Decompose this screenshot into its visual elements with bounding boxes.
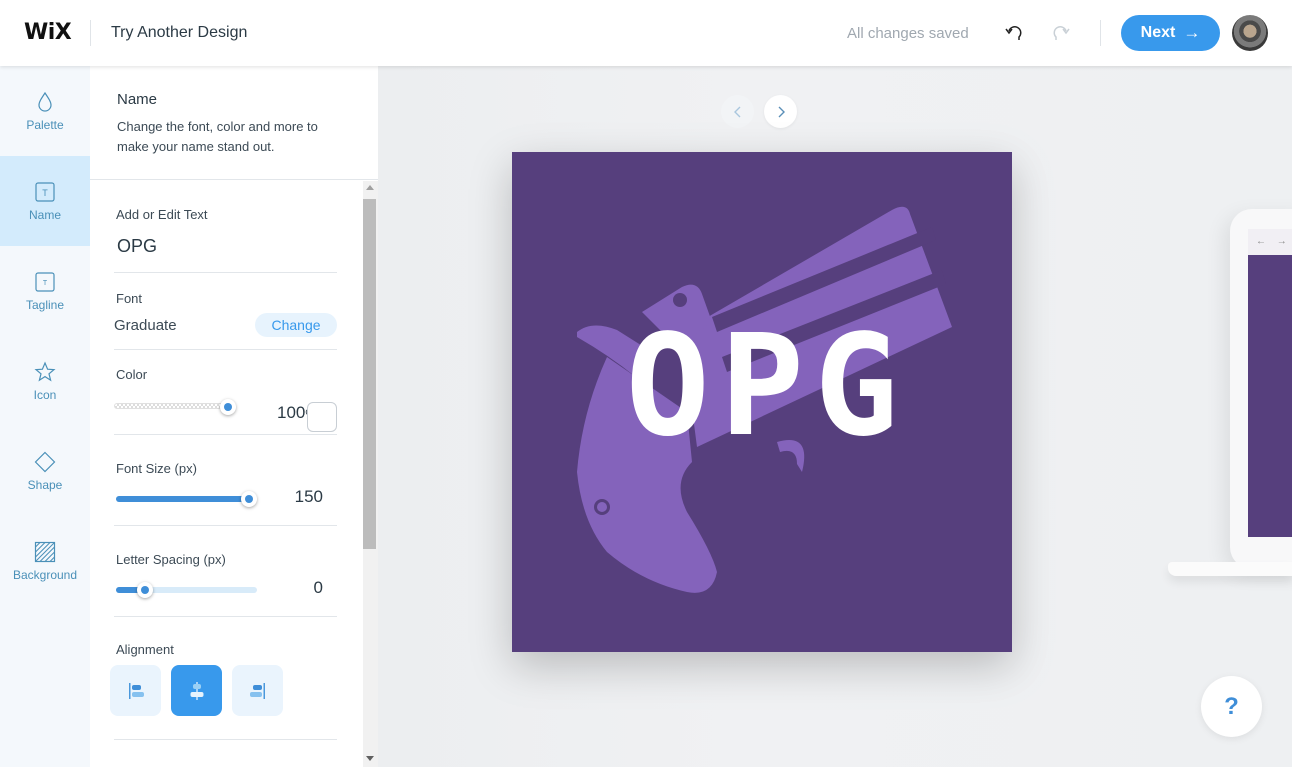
header-divider bbox=[90, 20, 91, 46]
design-sidebar: Palette T Name T Tagline Icon Shape Back… bbox=[0, 66, 90, 767]
alignment-label: Alignment bbox=[116, 642, 174, 657]
header-divider bbox=[1100, 20, 1101, 46]
chevron-right-icon bbox=[778, 106, 785, 117]
color-section: Color 100% bbox=[114, 350, 337, 435]
laptop-mockup: ← → C bbox=[1230, 209, 1292, 569]
sidebar-item-label: Background bbox=[12, 567, 78, 582]
sidebar-item-background[interactable]: Background bbox=[0, 516, 90, 606]
text-box-icon: T bbox=[35, 181, 55, 202]
sidebar-item-shape[interactable]: Shape bbox=[0, 426, 90, 516]
text-box-small-icon: T bbox=[35, 271, 55, 292]
align-left-button[interactable] bbox=[110, 665, 161, 716]
align-right-button[interactable] bbox=[232, 665, 283, 716]
opacity-slider[interactable] bbox=[114, 399, 236, 415]
letter-spacing-section: Letter Spacing (px) 0 bbox=[114, 526, 337, 617]
font-label: Font bbox=[116, 291, 143, 306]
droplet-icon bbox=[38, 91, 52, 112]
align-center-button[interactable] bbox=[171, 665, 222, 716]
opacity-number: 100 bbox=[277, 403, 306, 422]
sidebar-item-label: Palette bbox=[26, 117, 64, 132]
chevron-left-icon bbox=[733, 106, 740, 117]
logo-name-text: OPG bbox=[625, 305, 909, 468]
opacity-slider-handle[interactable] bbox=[220, 399, 236, 415]
next-button[interactable]: Next → bbox=[1121, 15, 1220, 51]
font-size-label: Font Size (px) bbox=[116, 461, 197, 476]
scroll-up-arrow-icon[interactable] bbox=[366, 185, 374, 190]
undo-icon[interactable] bbox=[1003, 22, 1025, 44]
align-left-icon bbox=[128, 682, 144, 699]
font-size-slider-fill bbox=[116, 496, 249, 502]
arrow-right-icon: → bbox=[1183, 23, 1201, 42]
color-swatch[interactable] bbox=[307, 402, 337, 432]
panel-scrollbar-thumb[interactable] bbox=[363, 199, 376, 549]
diamond-icon bbox=[34, 451, 56, 472]
next-button-label: Next bbox=[1140, 24, 1176, 41]
help-button[interactable]: ? bbox=[1201, 676, 1262, 737]
text-section: Add or Edit Text OPG bbox=[114, 181, 337, 273]
laptop-base bbox=[1168, 562, 1292, 576]
previous-design-button[interactable] bbox=[721, 95, 754, 128]
font-size-value: 150 bbox=[294, 487, 323, 506]
font-size-section: Font Size (px) 150 bbox=[114, 435, 337, 526]
letter-spacing-label: Letter Spacing (px) bbox=[116, 552, 226, 567]
page-title: Try Another Design bbox=[111, 24, 248, 41]
sidebar-item-name[interactable]: T Name bbox=[0, 156, 90, 246]
laptop-browser-bar: ← → C bbox=[1248, 229, 1292, 255]
logo-preview[interactable]: OPG bbox=[512, 152, 1012, 652]
redo-icon[interactable] bbox=[1050, 22, 1072, 44]
panel-title: Name bbox=[117, 91, 158, 108]
save-status: All changes saved bbox=[847, 25, 969, 42]
svg-text:T: T bbox=[42, 188, 48, 198]
letter-spacing-slider-handle[interactable] bbox=[137, 582, 153, 598]
sidebar-item-tagline[interactable]: T Tagline bbox=[0, 246, 90, 336]
sidebar-item-icon[interactable]: Icon bbox=[0, 336, 90, 426]
user-avatar[interactable] bbox=[1232, 15, 1268, 51]
top-header: WiX Try Another Design All changes saved… bbox=[0, 0, 1292, 66]
align-center-icon bbox=[190, 681, 203, 700]
sidebar-item-label: Icon bbox=[33, 387, 57, 402]
color-label: Color bbox=[116, 367, 148, 382]
text-label: Add or Edit Text bbox=[116, 207, 208, 222]
design-preview-canvas: OPG ← → C ? bbox=[378, 66, 1292, 767]
sidebar-item-label: Name bbox=[28, 207, 61, 222]
wix-logo[interactable]: WiX bbox=[24, 20, 72, 45]
letter-spacing-value: 0 bbox=[313, 578, 323, 597]
name-text-input[interactable]: OPG bbox=[117, 236, 157, 257]
sidebar-item-label: Tagline bbox=[25, 297, 65, 312]
font-name: Graduate bbox=[114, 317, 177, 334]
align-right-icon bbox=[249, 682, 265, 699]
font-size-slider[interactable] bbox=[116, 491, 257, 507]
letter-spacing-slider[interactable] bbox=[116, 582, 257, 598]
scroll-down-arrow-icon[interactable] bbox=[366, 756, 374, 761]
font-size-slider-handle[interactable] bbox=[241, 491, 257, 507]
star-icon bbox=[34, 360, 56, 382]
hatched-square-icon bbox=[34, 541, 56, 562]
sidebar-item-palette[interactable]: Palette bbox=[0, 66, 90, 156]
svg-text:T: T bbox=[43, 280, 48, 287]
panel-header: Name Change the font, color and more to … bbox=[90, 66, 378, 180]
font-section: Font Graduate Change bbox=[114, 273, 337, 350]
laptop-screen bbox=[1248, 255, 1292, 537]
name-settings-panel: Name Change the font, color and more to … bbox=[90, 66, 378, 767]
next-design-button[interactable] bbox=[764, 95, 797, 128]
change-font-button[interactable]: Change bbox=[255, 313, 337, 337]
alignment-section: Alignment bbox=[110, 617, 337, 740]
sidebar-item-label: Shape bbox=[27, 477, 63, 492]
panel-description: Change the font, color and more to make … bbox=[117, 119, 318, 154]
